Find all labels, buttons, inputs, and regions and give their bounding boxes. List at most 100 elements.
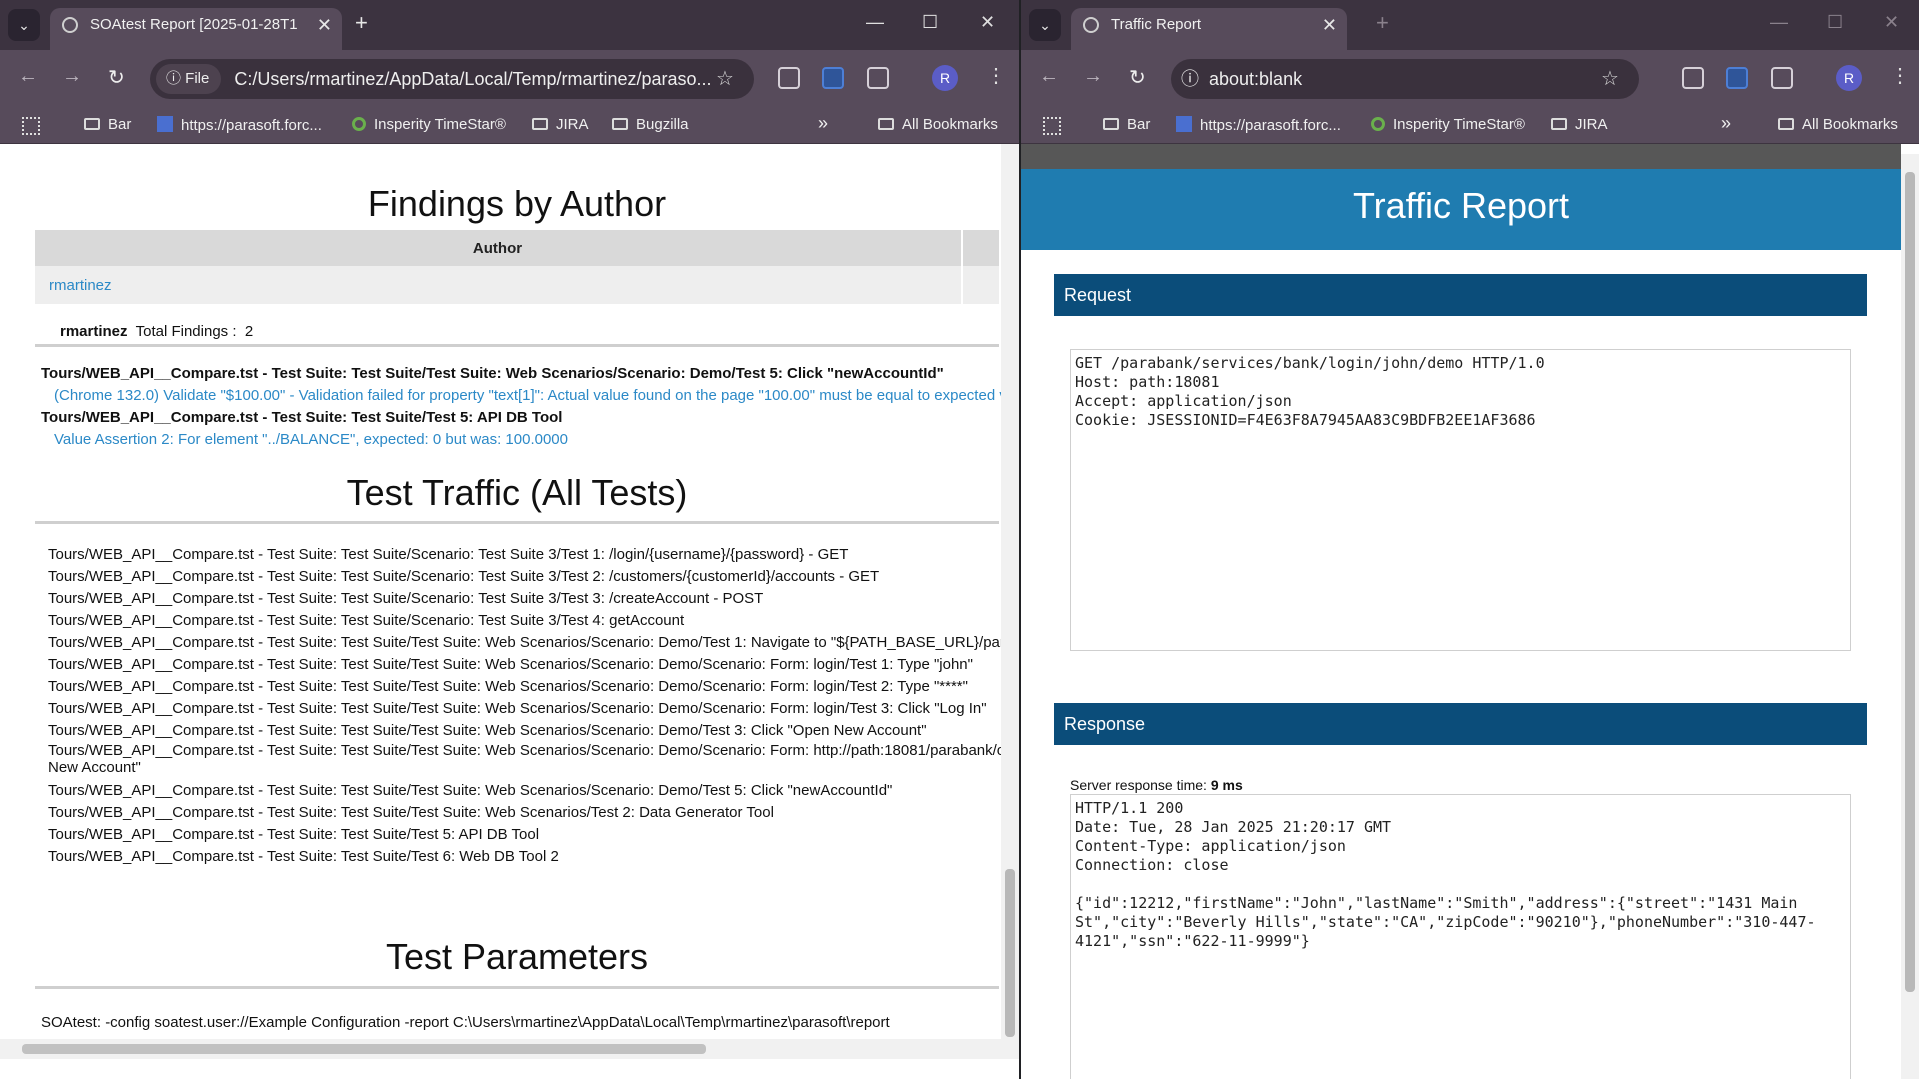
apps-grid-icon[interactable] bbox=[22, 117, 40, 135]
horizontal-scrollbar[interactable] bbox=[0, 1039, 1001, 1059]
divider bbox=[35, 986, 999, 989]
close-window-button[interactable]: ✕ bbox=[1884, 12, 1899, 33]
bookmark-label: Insperity TimeStar® bbox=[374, 116, 506, 133]
bookmark-parasoft[interactable]: https://parasoft.forc... bbox=[1176, 116, 1341, 134]
traffic-item[interactable]: Tours/WEB_API__Compare.tst - Test Suite:… bbox=[48, 544, 1001, 566]
back-icon[interactable]: ← bbox=[1039, 65, 1059, 88]
info-icon[interactable]: ⓘ bbox=[1171, 59, 1209, 99]
traffic-item[interactable]: Tours/WEB_API__Compare.tst - Test Suite:… bbox=[48, 780, 1001, 802]
bookmark-jira-folder[interactable]: JIRA bbox=[1551, 116, 1608, 133]
profile-avatar[interactable]: R bbox=[932, 65, 958, 91]
traffic-report-page: Traffic Report Request GET /parabank/ser… bbox=[1021, 144, 1901, 1079]
minimize-button[interactable]: — bbox=[1770, 12, 1788, 33]
author-table: Author rmartinez bbox=[35, 230, 999, 304]
divider bbox=[35, 344, 999, 347]
maximize-button[interactable]: ☐ bbox=[922, 12, 938, 33]
parasoft-icon bbox=[1176, 116, 1192, 132]
finding-detail-link[interactable]: (Chrome 132.0) Validate "$100.00" - Vali… bbox=[54, 387, 1001, 404]
folder-icon bbox=[1778, 118, 1794, 130]
tab-title: SOAtest Report [2025-01-28T1 bbox=[90, 16, 298, 33]
summary-author: rmartinez bbox=[60, 323, 128, 340]
cast-icon[interactable] bbox=[1682, 67, 1704, 89]
reload-icon[interactable]: ↻ bbox=[1129, 65, 1146, 90]
bookmark-insperity[interactable]: Insperity TimeStar® bbox=[352, 116, 506, 133]
all-bookmarks-folder[interactable]: All Bookmarks bbox=[878, 116, 998, 133]
vertical-scrollbar[interactable] bbox=[1001, 144, 1019, 1059]
extensions-puzzle-icon[interactable] bbox=[1771, 67, 1793, 89]
extension-parasoft-icon[interactable] bbox=[1726, 67, 1748, 89]
maximize-button[interactable]: ☐ bbox=[1827, 12, 1843, 33]
tab-search-dropdown[interactable]: ⌄ bbox=[1029, 9, 1061, 41]
params-text: SOAtest: -config soatest.user://Example … bbox=[41, 1014, 890, 1031]
scroll-thumb[interactable] bbox=[22, 1044, 706, 1054]
traffic-title: Test Traffic (All Tests) bbox=[346, 472, 688, 513]
address-text: about:blank bbox=[1209, 69, 1303, 89]
scroll-thumb[interactable] bbox=[1005, 869, 1015, 1037]
traffic-item[interactable]: Tours/WEB_API__Compare.tst - Test Suite:… bbox=[48, 654, 1001, 676]
traffic-item[interactable]: Tours/WEB_API__Compare.tst - Test Suite:… bbox=[48, 566, 1001, 588]
traffic-item-continued[interactable]: New Account" bbox=[48, 759, 1001, 776]
more-bookmarks-chevron-icon[interactable]: » bbox=[818, 113, 828, 134]
new-tab-button[interactable]: + bbox=[1376, 10, 1389, 36]
file-chip[interactable]: ⓘ File bbox=[156, 64, 222, 94]
traffic-item[interactable]: Tours/WEB_API__Compare.tst - Test Suite:… bbox=[48, 632, 1001, 654]
bookmark-parasoft[interactable]: https://parasoft.forc... bbox=[157, 116, 322, 134]
request-box: GET /parabank/services/bank/login/john/d… bbox=[1070, 349, 1851, 651]
tab-search-dropdown[interactable]: ⌄ bbox=[8, 9, 40, 41]
traffic-item[interactable]: Tours/WEB_API__Compare.tst - Test Suite:… bbox=[48, 824, 1001, 846]
tab-title: Traffic Report bbox=[1111, 16, 1202, 33]
extension-parasoft-icon[interactable] bbox=[822, 67, 844, 89]
bookmark-bar-folder[interactable]: Bar bbox=[84, 116, 131, 133]
menu-kebab-icon[interactable]: ⋮ bbox=[1890, 63, 1910, 88]
traffic-item[interactable]: Tours/WEB_API__Compare.tst - Test Suite:… bbox=[48, 742, 1001, 759]
new-tab-button[interactable]: + bbox=[355, 10, 368, 36]
bookmark-star-icon[interactable]: ☆ bbox=[1601, 59, 1619, 99]
minimize-button[interactable]: — bbox=[866, 12, 884, 33]
tab-strip: ⌄ Traffic Report ✕ + — ☐ ✕ bbox=[1021, 0, 1919, 50]
traffic-item[interactable]: Tours/WEB_API__Compare.tst - Test Suite:… bbox=[48, 610, 1001, 632]
insperity-icon bbox=[1371, 117, 1385, 131]
reload-icon[interactable]: ↻ bbox=[108, 65, 125, 90]
close-window-button[interactable]: ✕ bbox=[980, 12, 995, 33]
extensions-puzzle-icon[interactable] bbox=[867, 67, 889, 89]
traffic-item[interactable]: Tours/WEB_API__Compare.tst - Test Suite:… bbox=[48, 698, 1001, 720]
vertical-scrollbar[interactable] bbox=[1901, 154, 1919, 1079]
bookmark-label: Insperity TimeStar® bbox=[1393, 116, 1525, 133]
scroll-thumb[interactable] bbox=[1905, 172, 1915, 992]
folder-icon bbox=[1103, 118, 1119, 130]
traffic-item[interactable]: Tours/WEB_API__Compare.tst - Test Suite:… bbox=[48, 676, 1001, 698]
finding-detail-link[interactable]: Value Assertion 2: For element "../BALAN… bbox=[54, 431, 568, 448]
report-header: Traffic Report bbox=[1021, 144, 1901, 250]
more-bookmarks-chevron-icon[interactable]: » bbox=[1721, 113, 1731, 134]
apps-grid-icon[interactable] bbox=[1043, 117, 1061, 135]
profile-avatar[interactable]: R bbox=[1836, 65, 1862, 91]
traffic-item[interactable]: Tours/WEB_API__Compare.tst - Test Suite:… bbox=[48, 802, 1001, 824]
request-band: Request bbox=[1054, 274, 1867, 316]
globe-icon bbox=[1083, 17, 1099, 33]
tab-strip: ⌄ SOAtest Report [2025-01-28T1 ✕ + — ☐ ✕ bbox=[0, 0, 1019, 50]
bookmark-jira-folder[interactable]: JIRA bbox=[532, 116, 589, 133]
all-bookmarks-folder[interactable]: All Bookmarks bbox=[1778, 116, 1898, 133]
summary-count: 2 bbox=[244, 323, 254, 340]
bookmark-star-icon[interactable]: ☆ bbox=[716, 59, 734, 99]
author-row: rmartinez bbox=[35, 266, 999, 304]
close-tab-icon[interactable]: ✕ bbox=[1322, 8, 1337, 42]
forward-icon[interactable]: → bbox=[1083, 65, 1103, 88]
menu-kebab-icon[interactable]: ⋮ bbox=[986, 63, 1006, 88]
bookmark-bugzilla-folder[interactable]: Bugzilla bbox=[612, 116, 689, 133]
bookmark-bar-folder[interactable]: Bar bbox=[1103, 116, 1150, 133]
traffic-item[interactable]: Tours/WEB_API__Compare.tst - Test Suite:… bbox=[48, 846, 1001, 868]
traffic-item[interactable]: Tours/WEB_API__Compare.tst - Test Suite:… bbox=[48, 588, 1001, 610]
cast-icon[interactable] bbox=[778, 67, 800, 89]
forward-icon[interactable]: → bbox=[62, 65, 82, 88]
close-tab-icon[interactable]: ✕ bbox=[317, 8, 332, 42]
bookmark-insperity[interactable]: Insperity TimeStar® bbox=[1371, 116, 1525, 133]
back-icon[interactable]: ← bbox=[18, 65, 38, 88]
response-time-label: Server response time: bbox=[1070, 777, 1207, 793]
author-link[interactable]: rmartinez bbox=[49, 277, 112, 294]
traffic-item[interactable]: Tours/WEB_API__Compare.tst - Test Suite:… bbox=[48, 720, 1001, 742]
address-bar[interactable]: ⓘ about:blank ☆ bbox=[1171, 59, 1639, 99]
tab-traffic-report[interactable]: Traffic Report ✕ bbox=[1071, 8, 1347, 50]
tab-soatest-report[interactable]: SOAtest Report [2025-01-28T1 ✕ bbox=[50, 8, 342, 50]
address-bar[interactable]: ⓘ File C:/Users/rmartinez/AppData/Local/… bbox=[150, 59, 754, 99]
